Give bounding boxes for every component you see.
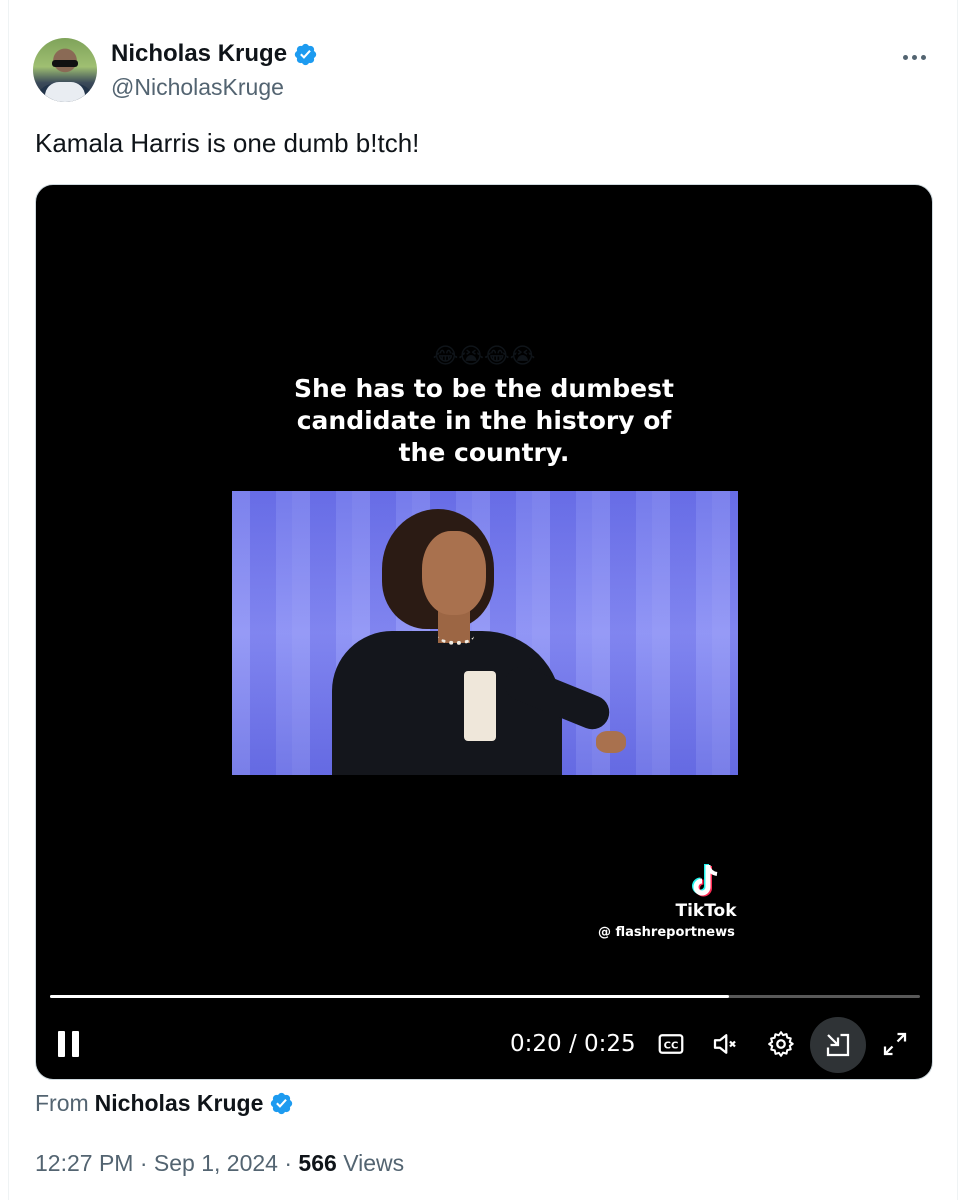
- closed-captions-icon: CC: [658, 1034, 684, 1054]
- tweet-text: Kamala Harris is one dumb b!tch!: [35, 128, 420, 158]
- tiktok-watermark: TikTok: [666, 863, 746, 921]
- pause-button[interactable]: [58, 1031, 82, 1057]
- figure-necklace: [438, 627, 474, 645]
- video-controls: 0:20 / 0:25 CC: [36, 1017, 932, 1073]
- avatar[interactable]: [33, 38, 97, 102]
- picture-in-picture-button[interactable]: [810, 1017, 866, 1073]
- avatar-glasses: [52, 60, 78, 67]
- figure-hand: [596, 731, 626, 753]
- video-progress-bar[interactable]: [50, 995, 920, 998]
- pause-bar-icon: [58, 1031, 65, 1057]
- figure-face: [422, 531, 486, 615]
- views-count: 566: [298, 1150, 337, 1176]
- avatar-shirt: [45, 82, 85, 102]
- caption-line: candidate in the history of: [296, 406, 672, 435]
- svg-text:CC: CC: [664, 1040, 679, 1051]
- video-time: 0:20 / 0:25: [510, 1031, 636, 1057]
- more-options-button[interactable]: [897, 44, 931, 70]
- tweet-header: Nicholas Kruge @NicholasKruge: [33, 38, 937, 106]
- author-display-name[interactable]: Nicholas Kruge: [111, 40, 287, 68]
- fullscreen-button[interactable]: [878, 1027, 912, 1061]
- figure-blouse: [464, 671, 496, 741]
- more-dot-icon: [902, 54, 908, 60]
- verified-badge-icon: [294, 43, 317, 65]
- mute-button[interactable]: [708, 1027, 742, 1061]
- tiktok-logo-icon: [692, 864, 718, 897]
- views-label: Views: [343, 1150, 405, 1176]
- source-label: From: [35, 1090, 89, 1116]
- tiktok-username: @ flashreportnews: [598, 925, 735, 940]
- verified-badge-icon: [271, 1092, 293, 1115]
- more-dot-icon: [911, 54, 917, 60]
- author-handle[interactable]: @NicholasKruge: [111, 74, 284, 101]
- pause-bar-icon: [72, 1031, 79, 1057]
- video-progress-fill: [50, 995, 729, 998]
- video-emoji: 😂😭😂😭: [432, 343, 536, 368]
- video-source: From Nicholas Kruge: [35, 1090, 294, 1117]
- source-name[interactable]: Nicholas Kruge: [95, 1090, 264, 1117]
- name-row: Nicholas Kruge: [111, 40, 318, 68]
- tiktok-brand: TikTok: [675, 901, 737, 921]
- meta-separator: ·: [139, 1150, 154, 1176]
- tweet-meta: 12:27 PM · Sep 1, 2024 · 566 Views: [35, 1150, 404, 1177]
- gear-icon: [768, 1031, 794, 1057]
- dock-icon: [826, 1033, 850, 1057]
- caption-line: She has to be the dumbest: [294, 374, 674, 403]
- more-dot-icon: [920, 54, 926, 60]
- caption-line: the country.: [398, 438, 570, 467]
- tweet-time[interactable]: 12:27 PM: [35, 1150, 133, 1176]
- captions-button[interactable]: CC: [654, 1027, 688, 1061]
- meta-separator: ·: [284, 1150, 299, 1176]
- tweet-card: Nicholas Kruge @NicholasKruge Kamala Har…: [8, 0, 958, 1200]
- expand-icon: [883, 1032, 907, 1056]
- settings-button[interactable]: [764, 1027, 798, 1061]
- video-frame: [232, 491, 738, 775]
- muted-speaker-icon: [713, 1034, 736, 1054]
- tweet-date[interactable]: Sep 1, 2024: [154, 1150, 278, 1176]
- video-player[interactable]: 😂😭😂😭 She has to be the dumbest candidate…: [35, 184, 933, 1080]
- video-caption: She has to be the dumbest candidate in t…: [36, 373, 932, 469]
